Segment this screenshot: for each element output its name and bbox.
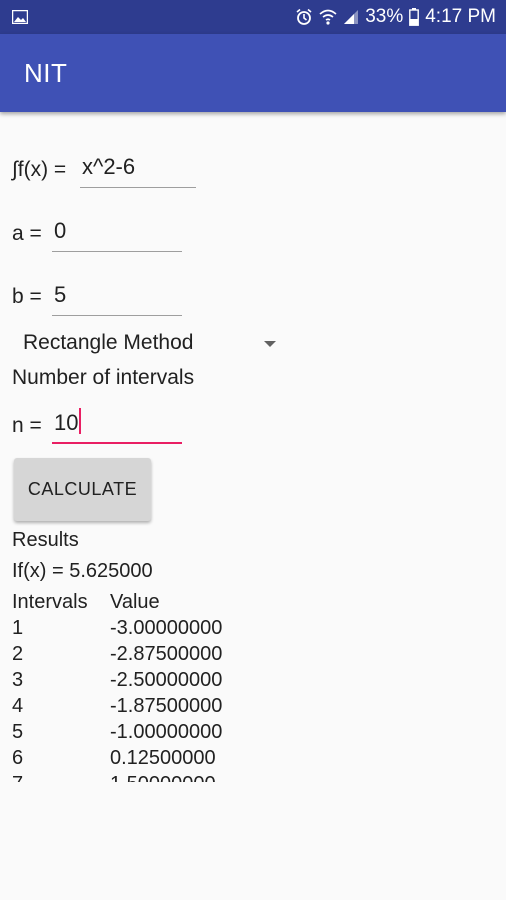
value-cell: 0.12500000 — [110, 746, 216, 769]
interval-cell: 1 — [12, 616, 24, 639]
clock: 4:17 PM — [425, 6, 496, 27]
column-header-intervals: Intervals — [12, 590, 88, 613]
n-input-value: 10 — [54, 410, 79, 435]
table-row: 4 -1.87500000 — [12, 693, 312, 719]
dropdown-arrow-icon — [264, 341, 276, 347]
method-dropdown[interactable]: Rectangle Method — [23, 331, 278, 359]
b-input[interactable]: 5 — [52, 280, 182, 316]
table-row: 2 -2.87500000 — [12, 641, 312, 667]
table-row: 3 -2.50000000 — [12, 667, 312, 693]
table-row: 6 0.12500000 — [12, 745, 312, 771]
n-label: n = — [12, 414, 42, 437]
alarm-icon — [295, 8, 313, 26]
battery-percent: 33% — [365, 6, 404, 27]
n-input[interactable]: 10 — [52, 408, 182, 444]
value-cell: -2.50000000 — [110, 668, 223, 691]
integral-result: If(x) = 5.625000 — [12, 560, 153, 582]
value-cell: -1.87500000 — [110, 694, 223, 717]
interval-cell: 2 — [12, 642, 24, 665]
results-heading: Results — [12, 529, 79, 551]
value-cell: -2.87500000 — [110, 642, 223, 665]
method-selected: Rectangle Method — [23, 331, 194, 354]
function-input[interactable]: x^2-6 — [80, 152, 196, 188]
image-icon — [12, 10, 28, 24]
value-cell: -1.00000000 — [110, 720, 223, 743]
app-title: NIT — [24, 58, 68, 88]
interval-cell: 5 — [12, 720, 24, 743]
interval-cell: 4 — [12, 694, 24, 717]
table-header: Intervals Value — [12, 589, 312, 615]
a-label: a = — [12, 222, 42, 245]
signal-icon — [343, 9, 359, 25]
interval-cell: 3 — [12, 668, 24, 691]
interval-cell: 7 — [12, 773, 110, 783]
interval-cell: 6 — [12, 746, 24, 769]
table-row: 5 -1.00000000 — [12, 719, 312, 745]
app-bar: NIT — [0, 34, 506, 112]
table-row: 1 -3.00000000 — [12, 615, 312, 641]
text-cursor — [79, 408, 82, 434]
b-label: b = — [12, 285, 42, 308]
column-header-value: Value — [110, 590, 160, 613]
battery-icon — [409, 8, 420, 26]
intervals-label: Number of intervals — [12, 366, 195, 389]
results-table[interactable]: Intervals Value 1 -3.00000000 2 -2.87500… — [12, 589, 312, 783]
wifi-icon — [319, 8, 337, 26]
table-row: 7 1.50000000 — [12, 771, 312, 783]
value-cell: 1.50000000 — [110, 773, 312, 783]
a-input[interactable]: 0 — [52, 216, 182, 252]
function-label: ∫f(x) = — [12, 158, 67, 181]
value-cell: -3.00000000 — [110, 616, 223, 639]
status-bar: 33% 4:17 PM — [0, 0, 506, 34]
calculate-button[interactable]: CALCULATE — [14, 458, 151, 521]
